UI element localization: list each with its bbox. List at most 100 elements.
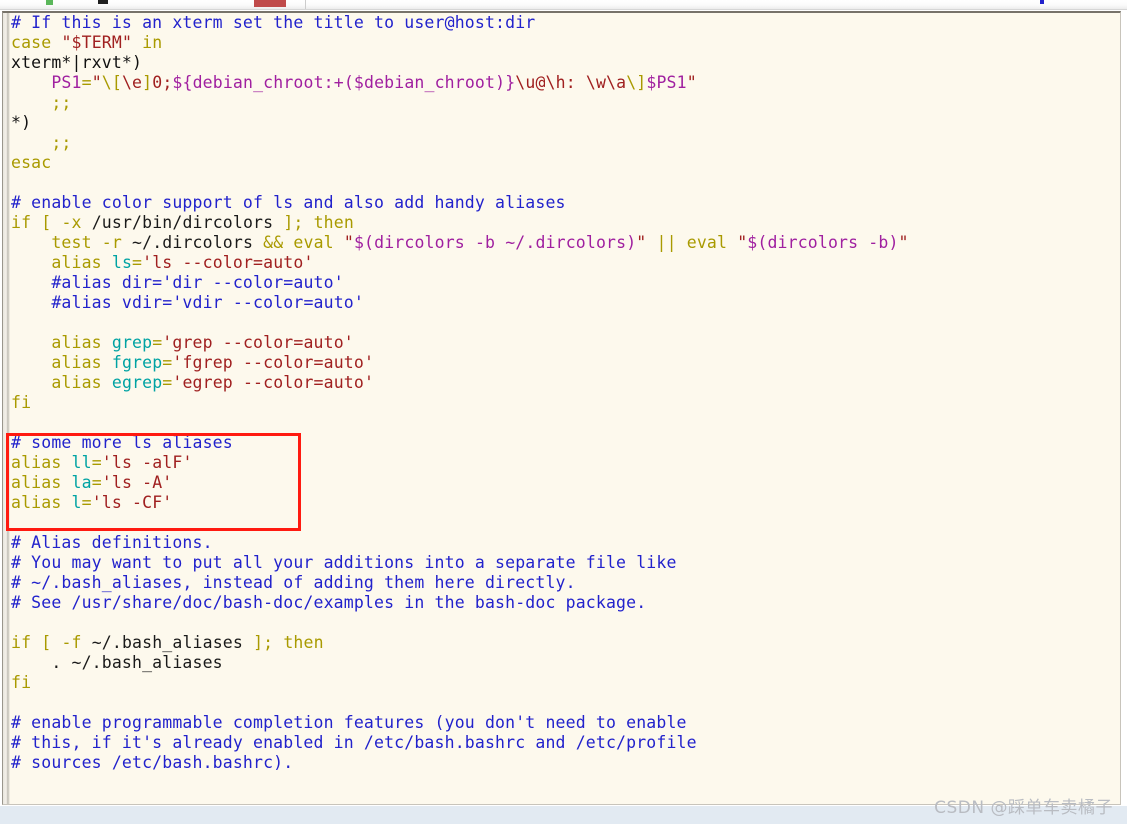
- code-line[interactable]: [11, 413, 1120, 433]
- code-token: ": [343, 233, 354, 252]
- code-line[interactable]: # If this is an xterm set the title to u…: [11, 13, 1120, 33]
- code-token: )}: [495, 73, 516, 92]
- code-token: ]: [142, 73, 153, 92]
- code-token: &&: [263, 233, 284, 252]
- code-line[interactable]: [11, 513, 1120, 533]
- code-token: -x: [61, 213, 82, 232]
- code-token: [: [41, 213, 52, 232]
- code-line[interactable]: alias ls='ls --color=auto': [11, 253, 1120, 273]
- code-token: =: [91, 453, 102, 472]
- code-token: # sources /etc/bash.bashrc).: [11, 753, 294, 772]
- code-line[interactable]: if [ -f ~/.bash_aliases ]; then: [11, 633, 1120, 653]
- code-token: # If this is an xterm set the title to u…: [11, 13, 536, 32]
- code-line[interactable]: # ~/.bash_aliases, instead of adding the…: [11, 573, 1120, 593]
- code-token: 'fgrep --color=auto': [172, 353, 375, 372]
- code-token: # You may want to put all your additions…: [11, 553, 677, 572]
- code-line[interactable]: ;;: [11, 133, 1120, 153]
- code-line[interactable]: # enable programmable completion feature…: [11, 713, 1120, 733]
- code-token: 'ls --color=auto': [142, 253, 314, 272]
- code-line[interactable]: *): [11, 113, 1120, 133]
- code-token: # Alias definitions.: [11, 533, 213, 552]
- code-token: alias: [11, 473, 62, 492]
- code-line[interactable]: alias grep='grep --color=auto': [11, 333, 1120, 353]
- code-line[interactable]: alias egrep='egrep --color=auto': [11, 373, 1120, 393]
- code-token: ||: [656, 233, 677, 252]
- code-token: alias: [51, 373, 102, 392]
- code-line[interactable]: # Alias definitions.: [11, 533, 1120, 553]
- code-line[interactable]: alias ll='ls -alF': [11, 453, 1120, 473]
- code-token: ~/.bash_aliases: [81, 633, 254, 652]
- code-token: =: [162, 353, 173, 372]
- code-token: . ~/.bash_aliases: [11, 653, 223, 672]
- watermark-text: CSDN @踩单车卖橘子: [934, 798, 1113, 818]
- green-marker-icon[interactable]: [46, 0, 53, 5]
- code-token: ls: [111, 253, 133, 272]
- code-area[interactable]: # If this is an xterm set the title to u…: [11, 13, 1120, 804]
- code-token: alias: [51, 253, 102, 272]
- code-line[interactable]: ;;: [11, 93, 1120, 113]
- code-token: if: [11, 633, 32, 652]
- blue-dot-icon: [1040, 0, 1044, 4]
- code-token: 'egrep --color=auto': [172, 373, 375, 392]
- code-token: $(dircolors -b ~/.dircolors): [353, 233, 637, 252]
- code-line[interactable]: fi: [11, 393, 1120, 413]
- top-toolbar[interactable]: [0, 0, 1127, 10]
- code-token: \u@\h: \w\a: [515, 73, 627, 92]
- red-block-icon[interactable]: [254, 0, 286, 7]
- black-marker-icon[interactable]: [98, 0, 108, 4]
- code-line[interactable]: PS1="\[\e]0;${debian_chroot:+($debian_ch…: [11, 73, 1120, 93]
- code-token: fgrep: [111, 353, 163, 372]
- code-line[interactable]: # some more ls aliases: [11, 433, 1120, 453]
- code-line[interactable]: case "$TERM" in: [11, 33, 1120, 53]
- code-token: $debian_chroot: [353, 73, 496, 92]
- code-line[interactable]: # You may want to put all your additions…: [11, 553, 1120, 573]
- code-token: ~/.dircolors: [121, 233, 264, 252]
- editor-gutter-rail[interactable]: [3, 13, 10, 804]
- code-token: # See /usr/share/doc/bash-doc/examples i…: [11, 593, 647, 612]
- code-line[interactable]: # See /usr/share/doc/bash-doc/examples i…: [11, 593, 1120, 613]
- code-line[interactable]: [11, 693, 1120, 713]
- code-token: ${debian_chroot:+(: [172, 73, 354, 92]
- code-token: =: [162, 373, 173, 392]
- code-line[interactable]: # enable color support of ls and also ad…: [11, 193, 1120, 213]
- code-line[interactable]: #alias vdir='vdir --color=auto': [11, 293, 1120, 313]
- code-token: then: [283, 633, 324, 652]
- code-token: \e: [121, 73, 143, 92]
- code-token: 0;: [152, 73, 173, 92]
- code-line[interactable]: esac: [11, 153, 1120, 173]
- code-token: ];: [253, 633, 274, 652]
- code-line[interactable]: alias l='ls -CF': [11, 493, 1120, 513]
- code-token: # this, if it's already enabled in /etc/…: [11, 733, 697, 752]
- code-token: ];: [283, 213, 304, 232]
- code-line[interactable]: #alias dir='dir --color=auto': [11, 273, 1120, 293]
- code-line[interactable]: alias fgrep='fgrep --color=auto': [11, 353, 1120, 373]
- code-line[interactable]: fi: [11, 673, 1120, 693]
- code-line[interactable]: xterm*|rxvt*): [11, 53, 1120, 73]
- code-line[interactable]: alias la='ls -A': [11, 473, 1120, 493]
- code-line[interactable]: # sources /etc/bash.bashrc).: [11, 753, 1120, 773]
- code-line[interactable]: . ~/.bash_aliases: [11, 653, 1120, 673]
- code-token: ": [91, 73, 102, 92]
- code-line[interactable]: test -r ~/.dircolors && eval "$(dircolor…: [11, 233, 1120, 253]
- code-token: -r: [101, 233, 122, 252]
- code-line[interactable]: [11, 613, 1120, 633]
- code-line[interactable]: [11, 313, 1120, 333]
- code-token: in: [142, 33, 163, 52]
- code-line[interactable]: [11, 173, 1120, 193]
- code-line[interactable]: # this, if it's already enabled in /etc/…: [11, 733, 1120, 753]
- code-line[interactable]: if [ -x /usr/bin/dircolors ]; then: [11, 213, 1120, 233]
